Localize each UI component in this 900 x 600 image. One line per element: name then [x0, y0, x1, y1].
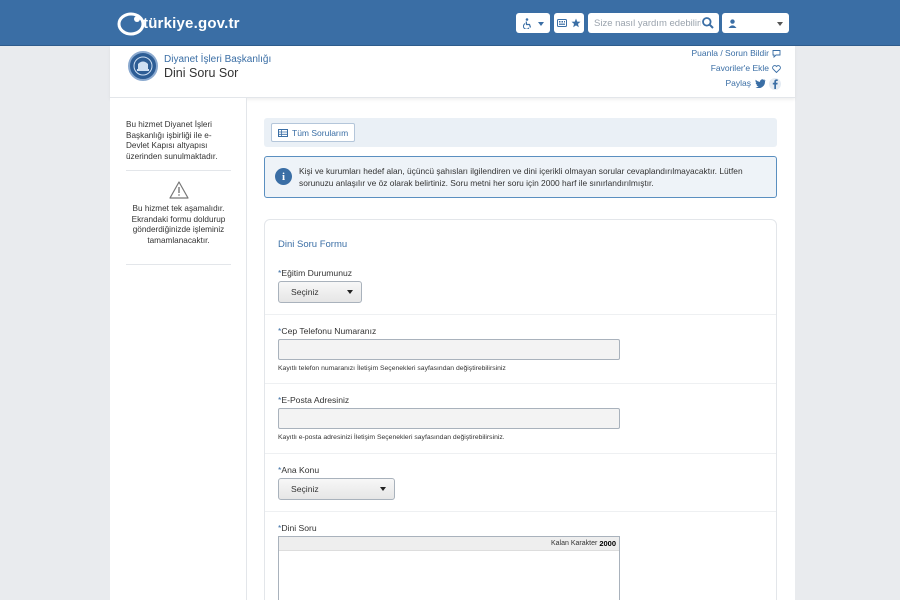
warning-icon [169, 181, 189, 199]
info-icon: i [275, 168, 292, 185]
accessibility-button[interactable] [516, 13, 550, 33]
phone-label: *Cep Telefonu Numaranız [278, 326, 376, 336]
education-label: *Eğitim Durumunuz [278, 268, 352, 278]
field-divider [265, 511, 776, 512]
email-label: *E-Posta Adresiniz [278, 395, 349, 405]
phone-input[interactable] [278, 339, 620, 360]
rate-link[interactable]: Puanla / Sorun Bildir [692, 46, 782, 61]
email-hint: Kayıtlı e-posta adresinizi İletişim Seçe… [278, 434, 505, 441]
topic-label-text: Ana Konu [281, 465, 320, 475]
sidebar-divider [126, 170, 231, 171]
topic-select[interactable]: Seçiniz [278, 478, 395, 500]
sidebar-step-note: Bu hizmet tek aşamalıdır. Ekrandaki form… [131, 204, 226, 245]
toolbar: Tüm Sorularım [264, 118, 777, 147]
org-name[interactable]: Diyanet İşleri Başkanlığı [164, 54, 271, 65]
character-counter: Kalan Karakter 2000 [279, 537, 619, 551]
info-text: Kişi ve kurumları hedef alan, üçüncü şah… [299, 166, 743, 188]
remaining-count: 2000 [599, 539, 616, 548]
user-icon [728, 18, 737, 28]
info-alert: i Kişi ve kurumları hedef alan, üçüncü ş… [264, 156, 777, 198]
field-divider [265, 314, 776, 315]
education-label-text: Eğitim Durumunuz [281, 268, 353, 278]
page-title: Dini Soru Sor [164, 66, 239, 80]
accessibility-icon [522, 17, 531, 29]
favorite-link-label[interactable]: Favoriler'e Ekle [711, 61, 769, 76]
field-divider [265, 383, 776, 384]
phone-hint: Kayıtlı telefon numaranızı İletişim Seçe… [278, 365, 506, 372]
table-icon [278, 128, 288, 137]
chevron-down-icon [537, 17, 544, 29]
education-select[interactable]: Seçiniz [278, 281, 362, 303]
page-container: Diyanet İşleri Başkanlığı Dini Soru Sor … [110, 46, 795, 600]
question-label: *Dini Soru [278, 523, 317, 533]
top-header: türkiye.gov.tr Size nasıl yardım edebili… [0, 0, 900, 46]
search-input[interactable]: Size nasıl yardım edebilirim? [588, 18, 701, 29]
rate-link-label[interactable]: Puanla / Sorun Bildir [692, 46, 770, 61]
share-label: Paylaş [725, 78, 751, 88]
topic-select-value: Seçiniz [291, 484, 319, 494]
sidebar: Bu hizmet Diyanet İşleri Başkanlığı işbi… [110, 98, 247, 600]
all-questions-label: Tüm Sorularım [292, 127, 349, 138]
turkiye-gov-logo[interactable]: türkiye.gov.tr [117, 10, 240, 36]
sidebar-divider [126, 264, 231, 265]
phone-label-text: Cep Telefonu Numaranız [281, 326, 377, 336]
logo-text: türkiye.gov.tr [143, 14, 240, 32]
keyboard-favorites-button[interactable] [554, 13, 584, 33]
favorite-link[interactable]: Favoriler'e Ekle [692, 61, 782, 76]
all-questions-button[interactable]: Tüm Sorularım [271, 123, 356, 142]
email-input[interactable] [278, 408, 620, 429]
question-textarea[interactable]: Kalan Karakter 2000 [278, 536, 620, 600]
heart-icon [772, 64, 781, 73]
email-label-text: E-Posta Adresiniz [281, 395, 350, 405]
remaining-label: Kalan Karakter [551, 540, 598, 547]
user-menu-button[interactable] [722, 13, 789, 33]
service-header: Diyanet İşleri Başkanlığı Dini Soru Sor … [110, 46, 795, 98]
sidebar-service-note: Bu hizmet Diyanet İşleri Başkanlığı işbi… [126, 120, 218, 161]
search-box[interactable]: Size nasıl yardım edebilirim? [588, 13, 719, 33]
share-row: Paylaş [692, 76, 781, 91]
question-label-text: Dini Soru [281, 523, 317, 533]
facebook-icon[interactable] [769, 77, 781, 90]
field-divider [265, 453, 776, 454]
education-select-value: Seçiniz [291, 287, 319, 297]
star-icon [571, 18, 581, 28]
service-links: Puanla / Sorun Bildir Favoriler'e Ekle P… [692, 46, 782, 91]
question-form: Dini Soru Formu *Eğitim Durumunuz Seçini… [264, 219, 777, 600]
topic-label: *Ana Konu [278, 465, 319, 475]
form-title: Dini Soru Formu [278, 239, 348, 250]
comment-icon [772, 50, 781, 58]
logo-icon [117, 12, 145, 36]
chevron-down-icon [347, 290, 353, 294]
search-icon[interactable] [701, 16, 715, 30]
chevron-down-icon [777, 17, 783, 29]
twitter-icon[interactable] [754, 78, 766, 90]
diyanet-emblem [128, 51, 158, 81]
keyboard-icon [557, 19, 567, 27]
chevron-down-icon [380, 487, 386, 491]
